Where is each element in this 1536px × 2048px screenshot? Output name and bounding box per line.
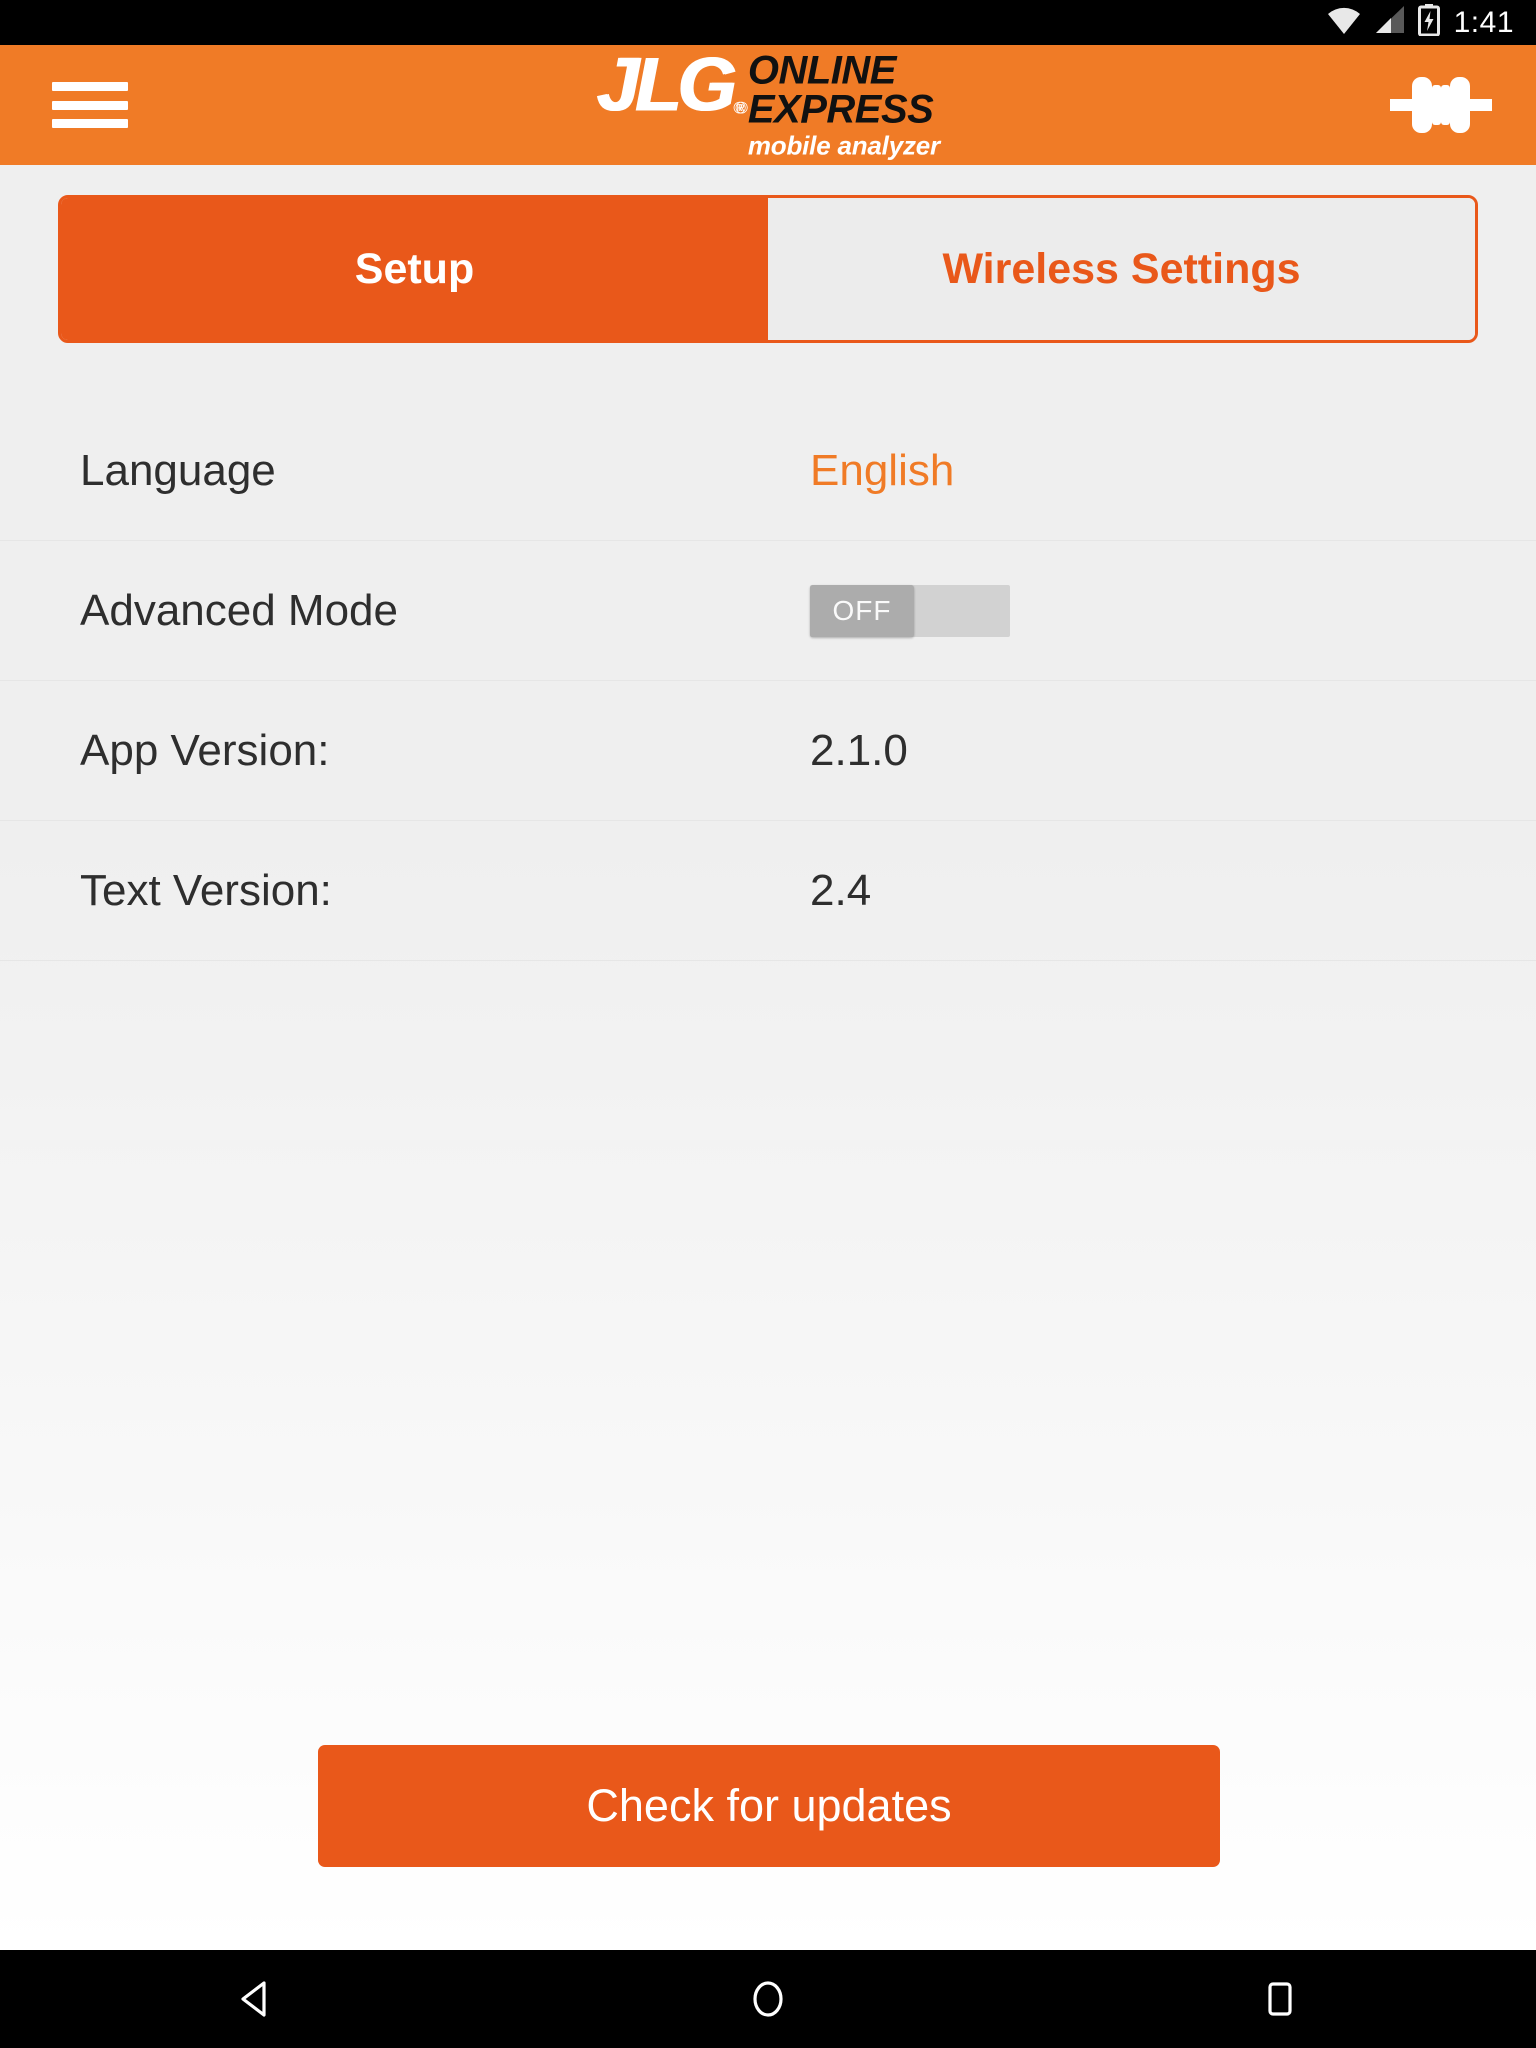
- settings-row-language[interactable]: Language English: [0, 401, 1536, 541]
- recents-square-icon[interactable]: [1220, 1950, 1340, 2048]
- jlg-brand-text: JLG: [596, 42, 736, 128]
- text-version-value: 2.4: [810, 865, 872, 915]
- settings-row-app-version: App Version: 2.1.0: [0, 681, 1536, 821]
- home-circle-icon[interactable]: [708, 1950, 828, 2048]
- settings-row-label: Advanced Mode: [80, 585, 398, 635]
- logo-line-online: ONLINE: [747, 48, 897, 93]
- jlg-brand-mark: JLG ®: [596, 47, 746, 123]
- settings-row-label: App Version:: [80, 725, 330, 775]
- status-bar-icons: [1326, 4, 1440, 41]
- hamburger-bar-3: [52, 119, 128, 128]
- tab-setup[interactable]: Setup: [61, 198, 768, 340]
- settings-row-label: Text Version:: [80, 865, 332, 915]
- check-for-updates-button[interactable]: Check for updates: [318, 1745, 1220, 1867]
- back-triangle-icon[interactable]: [196, 1950, 316, 2048]
- advanced-mode-toggle[interactable]: OFF: [810, 584, 1010, 637]
- cellular-signal-icon: [1374, 5, 1406, 40]
- wifi-icon: [1326, 5, 1362, 40]
- hamburger-bar-2: [52, 100, 128, 110]
- registered-trademark-symbol: ®: [733, 97, 745, 117]
- hamburger-menu-icon[interactable]: [52, 82, 128, 128]
- android-navigation-bar: [0, 1950, 1536, 2048]
- hamburger-bar-1: [52, 82, 128, 91]
- main-content: Setup Wireless Settings Language English…: [0, 165, 1536, 1950]
- settings-row-label: Language: [80, 445, 276, 495]
- app-logo: JLG ® ONLINE EXPRESS mobile analyzer: [596, 47, 940, 161]
- app-header-bar: JLG ® ONLINE EXPRESS mobile analyzer: [0, 45, 1536, 165]
- settings-row-text-version: Text Version: 2.4: [0, 821, 1536, 961]
- logo-wordmark: ONLINE EXPRESS mobile analyzer: [747, 48, 940, 161]
- status-bar-clock: 1:41: [1453, 5, 1514, 39]
- settings-row-advanced-mode[interactable]: Advanced Mode OFF: [0, 541, 1536, 681]
- tab-group: Setup Wireless Settings: [58, 195, 1478, 343]
- logo-line-express: EXPRESS: [747, 87, 934, 132]
- tab-wireless-settings[interactable]: Wireless Settings: [768, 198, 1475, 340]
- battery-charging-icon: [1417, 4, 1440, 41]
- app-version-value: 2.1.0: [810, 725, 908, 775]
- connector-disconnected-icon[interactable]: [1386, 65, 1496, 145]
- language-value[interactable]: English: [810, 446, 954, 496]
- status-bar: 1:41: [0, 0, 1536, 45]
- toggle-thumb-label: OFF: [810, 584, 914, 637]
- settings-list: Language English Advanced Mode OFF App V…: [0, 401, 1536, 961]
- logo-tagline: mobile analyzer: [747, 130, 940, 161]
- phone-screen: 1:41 JLG ® ONLINE EXPRESS mobile analyzer: [0, 0, 1536, 2048]
